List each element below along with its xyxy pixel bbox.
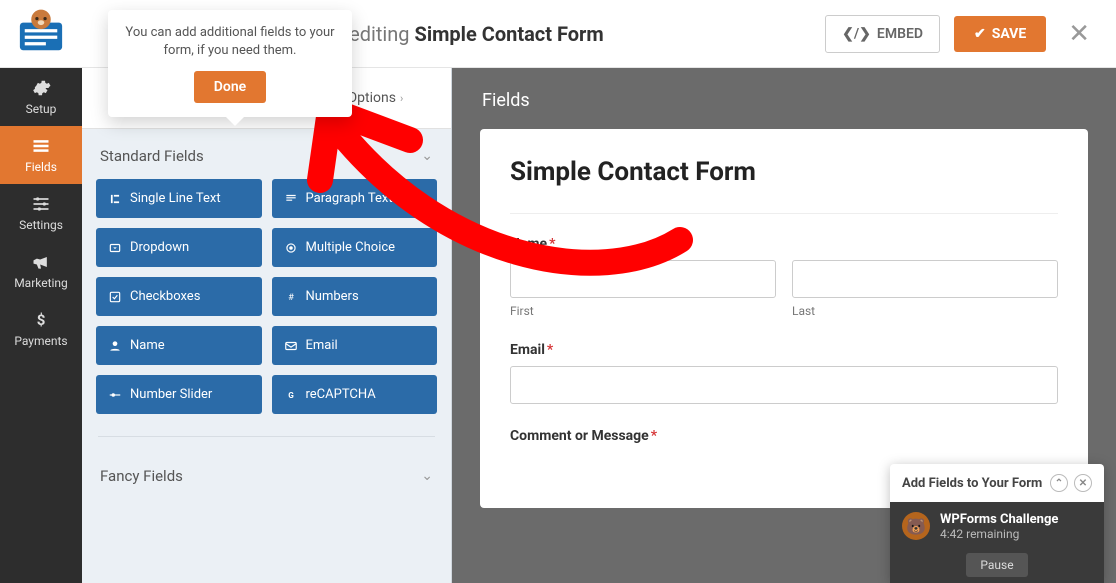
sidebar-item-label: Payments [14, 334, 67, 348]
challenge-title: WPForms Challenge [940, 512, 1092, 527]
done-button[interactable]: Done [194, 71, 266, 103]
challenge-remaining: 4:42 remaining [940, 527, 1092, 541]
code-icon: ❮/❯ [842, 26, 871, 42]
close-icon[interactable]: ✕ [1074, 474, 1092, 492]
field-label: reCAPTCHA [306, 387, 376, 402]
field-email[interactable]: Email [272, 326, 438, 365]
field-paragraph-text[interactable]: Paragraph Text [272, 179, 438, 218]
svg-text:G: G [288, 389, 294, 399]
field-numbers[interactable]: # Numbers [272, 277, 438, 316]
fields-panel: Add Fields⌄ Field Options› Standard Fiel… [82, 68, 452, 583]
tooltip-text: You can add additional fields to your fo… [124, 24, 336, 59]
save-label: SAVE [992, 26, 1027, 42]
save-button[interactable]: ✔ SAVE [954, 16, 1046, 52]
standard-fields-grid: Single Line Text Paragraph Text Dropdown… [82, 179, 451, 424]
comment-label: Comment or Message* [510, 428, 1058, 444]
field-number-slider[interactable]: Number Slider [96, 375, 262, 414]
name-label: Name* [510, 236, 1058, 252]
field-comment-group[interactable]: Comment or Message* [510, 428, 1058, 444]
wpforms-logo [0, 0, 82, 68]
email-input[interactable] [510, 366, 1058, 404]
field-label: Email [306, 338, 338, 353]
field-label: Numbers [306, 289, 359, 304]
field-checkboxes[interactable]: Checkboxes [96, 277, 262, 316]
field-multiple-choice[interactable]: Multiple Choice [272, 228, 438, 267]
sliders-icon [31, 194, 51, 214]
check-icon: ✔ [974, 26, 986, 42]
field-label: Multiple Choice [306, 240, 396, 255]
field-recaptcha[interactable]: GreCAPTCHA [272, 375, 438, 414]
nav-sidebar: Setup Fields Settings Marketing $ Paymen… [0, 68, 82, 583]
challenge-widget: Add Fields to Your Form ⌃ ✕ 🐻 WPForms Ch… [890, 464, 1104, 583]
first-name-input[interactable] [510, 260, 776, 298]
sidebar-item-fields[interactable]: Fields [0, 126, 82, 184]
chevron-right-icon: › [400, 92, 403, 105]
onboarding-tooltip: You can add additional fields to your fo… [108, 10, 352, 117]
section-title: Fancy Fields [100, 467, 183, 485]
chevron-down-icon: ⌄ [421, 148, 433, 164]
sidebar-item-setup[interactable]: Setup [0, 68, 82, 126]
sidebar-item-label: Settings [19, 218, 63, 232]
challenge-head: Add Fields to Your Form [902, 476, 1042, 491]
field-label: Name [130, 338, 165, 353]
sidebar-item-label: Setup [26, 102, 57, 116]
section-title: Standard Fields [100, 147, 204, 165]
field-label: Single Line Text [130, 191, 221, 206]
preview-title: Simple Contact Form [510, 157, 1058, 187]
collapse-icon[interactable]: ⌃ [1050, 474, 1068, 492]
field-label: Dropdown [130, 240, 189, 255]
sidebar-item-label: Marketing [14, 276, 68, 290]
svg-text:$: $ [37, 311, 46, 329]
field-name-group[interactable]: Name* First Last [510, 236, 1058, 318]
form-title: Simple Contact Form [415, 22, 604, 46]
field-label: Number Slider [130, 387, 212, 402]
section-fancy-fields[interactable]: Fancy Fields ⌄ [82, 449, 451, 499]
field-dropdown[interactable]: Dropdown [96, 228, 262, 267]
list-icon [31, 136, 51, 156]
field-name[interactable]: Name [96, 326, 262, 365]
chevron-down-icon: ⌄ [421, 468, 433, 484]
pause-button[interactable]: Pause [966, 553, 1027, 577]
first-sublabel: First [510, 304, 776, 318]
megaphone-icon [31, 252, 51, 272]
sidebar-item-marketing[interactable]: Marketing [0, 242, 82, 300]
section-standard-fields[interactable]: Standard Fields ⌄ [82, 129, 451, 179]
svg-text:#: # [288, 291, 294, 302]
email-label: Email* [510, 342, 1058, 358]
embed-label: EMBED [877, 26, 923, 42]
sidebar-item-settings[interactable]: Settings [0, 184, 82, 242]
wpforms-avatar: 🐻 [902, 512, 930, 540]
canvas-heading: Fields [452, 68, 1116, 129]
dollar-icon: $ [31, 310, 51, 330]
top-actions: ❮/❯ EMBED ✔ SAVE ✕ [825, 15, 1116, 53]
sidebar-item-label: Fields [25, 160, 57, 174]
last-sublabel: Last [792, 304, 1058, 318]
form-preview: Simple Contact Form Name* First Last Ema… [480, 129, 1088, 508]
gear-icon [31, 78, 51, 98]
field-email-group[interactable]: Email* [510, 342, 1058, 404]
field-label: Checkboxes [130, 289, 200, 304]
field-label: Paragraph Text [306, 191, 393, 206]
last-name-input[interactable] [792, 260, 1058, 298]
embed-button[interactable]: ❮/❯ EMBED [825, 15, 940, 53]
field-single-line-text[interactable]: Single Line Text [96, 179, 262, 218]
close-icon[interactable]: ✕ [1060, 19, 1098, 49]
sidebar-item-payments[interactable]: $ Payments [0, 300, 82, 358]
